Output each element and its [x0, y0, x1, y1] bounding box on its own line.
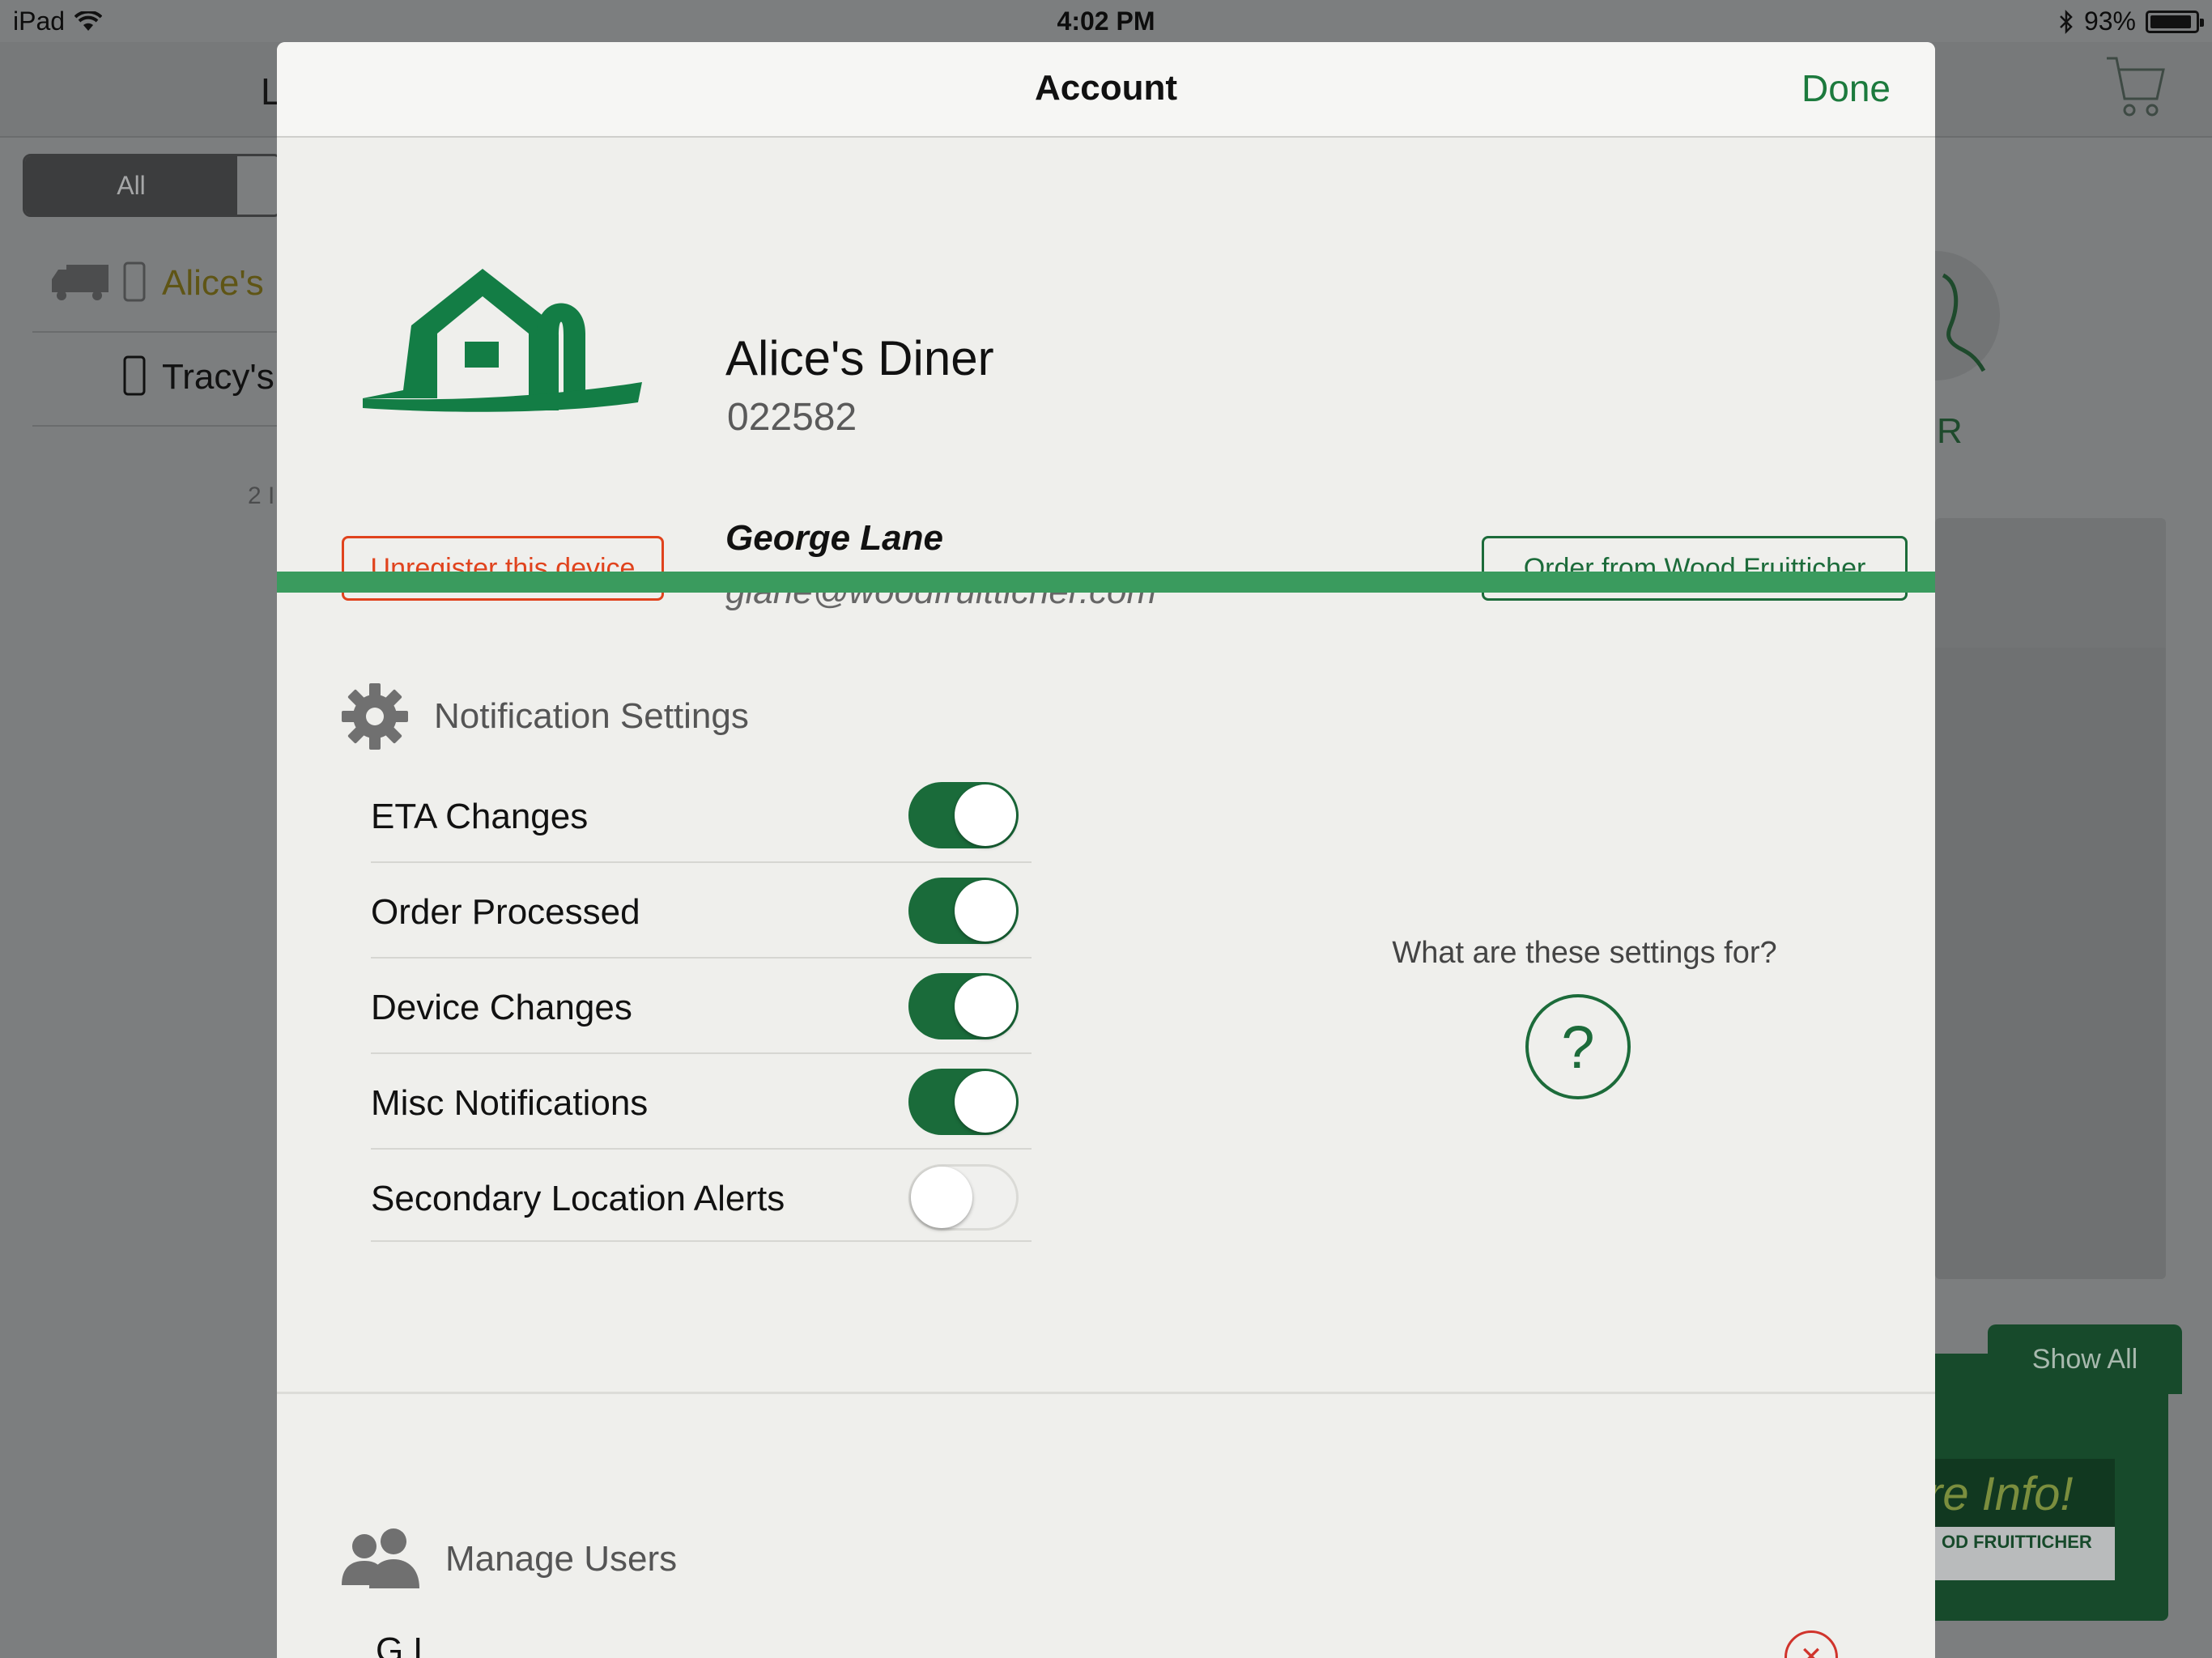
notification-row-secondary-location-alerts: Secondary Location Alerts: [371, 1150, 1032, 1242]
background-count: 2 I: [248, 483, 275, 509]
background-card: [1935, 518, 2166, 1279]
phone-icon: [123, 355, 146, 396]
order-processed-toggle[interactable]: [908, 878, 1019, 944]
modal-title: Account: [1035, 68, 1177, 108]
remove-user-icon[interactable]: ✕: [1784, 1630, 1838, 1658]
truck-icon: [52, 265, 108, 300]
segment-all: All: [25, 156, 237, 215]
misc-notifications-toggle[interactable]: [908, 1069, 1019, 1135]
gear-icon: [342, 683, 408, 750]
status-time: 4:02 PM: [1057, 6, 1155, 36]
settings-help-text: What are these settings for?: [1392, 936, 1777, 970]
list-item: Tracy's: [32, 333, 277, 427]
toggle-knob: [955, 976, 1016, 1037]
notification-label: Secondary Location Alerts: [371, 1179, 785, 1218]
background-location-list: Alice's Tracy's: [0, 239, 277, 427]
manage-users-title: Manage Users: [445, 1539, 678, 1579]
account-number: 022582: [727, 396, 857, 439]
background-side-letter: R: [1937, 411, 1963, 451]
help-button[interactable]: ?: [1525, 994, 1631, 1099]
notification-row-device-changes: Device Changes: [371, 959, 1032, 1054]
notification-row-misc-notifications: Misc Notifications: [371, 1054, 1032, 1150]
toggle-knob: [955, 1071, 1016, 1133]
notification-label: ETA Changes: [371, 797, 589, 836]
user-name: George Lane: [725, 518, 943, 558]
toggle-knob: [955, 784, 1016, 846]
device-changes-toggle[interactable]: [908, 973, 1019, 1039]
phone-icon: [123, 261, 146, 302]
notification-label: Order Processed: [371, 892, 640, 932]
done-button[interactable]: Done: [1802, 66, 1891, 110]
account-profile: Unregister this device Alice's Diner 022…: [277, 138, 1935, 611]
status-right: 93%: [2058, 6, 2204, 36]
battery-icon: [2146, 10, 2204, 33]
show-all-tab: Show All: [1988, 1324, 2182, 1394]
secondary-location-alerts-toggle[interactable]: [908, 1164, 1019, 1231]
manage-users-header: Manage Users: [340, 1527, 677, 1592]
barn-logo-icon: [363, 269, 642, 412]
list-item-label: Tracy's: [162, 357, 274, 397]
promo-text: re Info!: [1935, 1468, 2074, 1520]
accent-divider: [277, 572, 1935, 593]
background-segmented-control: All: [23, 154, 282, 217]
notification-settings-section: Notification Settings ETA Changes Order …: [277, 593, 1935, 1394]
notification-row-order-processed: Order Processed: [371, 863, 1032, 959]
promo-banner: re Info! OD FRUITTICHER: [1935, 1459, 2115, 1580]
notification-settings-header: Notification Settings: [340, 682, 749, 751]
modal-header: Account Done: [277, 42, 1935, 138]
eta-changes-toggle[interactable]: [908, 782, 1019, 848]
notification-label: Misc Notifications: [371, 1083, 649, 1123]
account-name: Alice's Diner: [725, 331, 994, 385]
status-bar: iPad 4:02 PM 93%: [0, 0, 2212, 42]
bluetooth-icon: [2060, 9, 2073, 34]
segment-other: [237, 156, 279, 215]
notification-row-eta-changes: ETA Changes: [371, 767, 1032, 863]
account-modal: Account Done Unregister this device Alic…: [277, 42, 1935, 1658]
battery-percent: 93%: [2083, 6, 2136, 36]
user-list-item[interactable]: G L: [376, 1630, 433, 1658]
notification-label: Device Changes: [371, 988, 632, 1027]
list-item-label: Alice's: [162, 263, 264, 303]
cart-icon[interactable]: [2105, 53, 2165, 121]
promo-brand: OD FRUITTICHER: [1935, 1527, 2115, 1580]
notification-toggle-list: ETA Changes Order Processed Device Chang…: [371, 767, 1032, 1242]
notification-settings-title: Notification Settings: [434, 696, 749, 736]
toggle-knob: [955, 880, 1016, 942]
list-item: Alice's: [32, 239, 277, 333]
toggle-knob: [911, 1167, 972, 1228]
manage-users-section: Manage Users G L ✕: [277, 1396, 1935, 1658]
battery-fill: [2150, 15, 2192, 28]
users-icon: [342, 1528, 419, 1588]
